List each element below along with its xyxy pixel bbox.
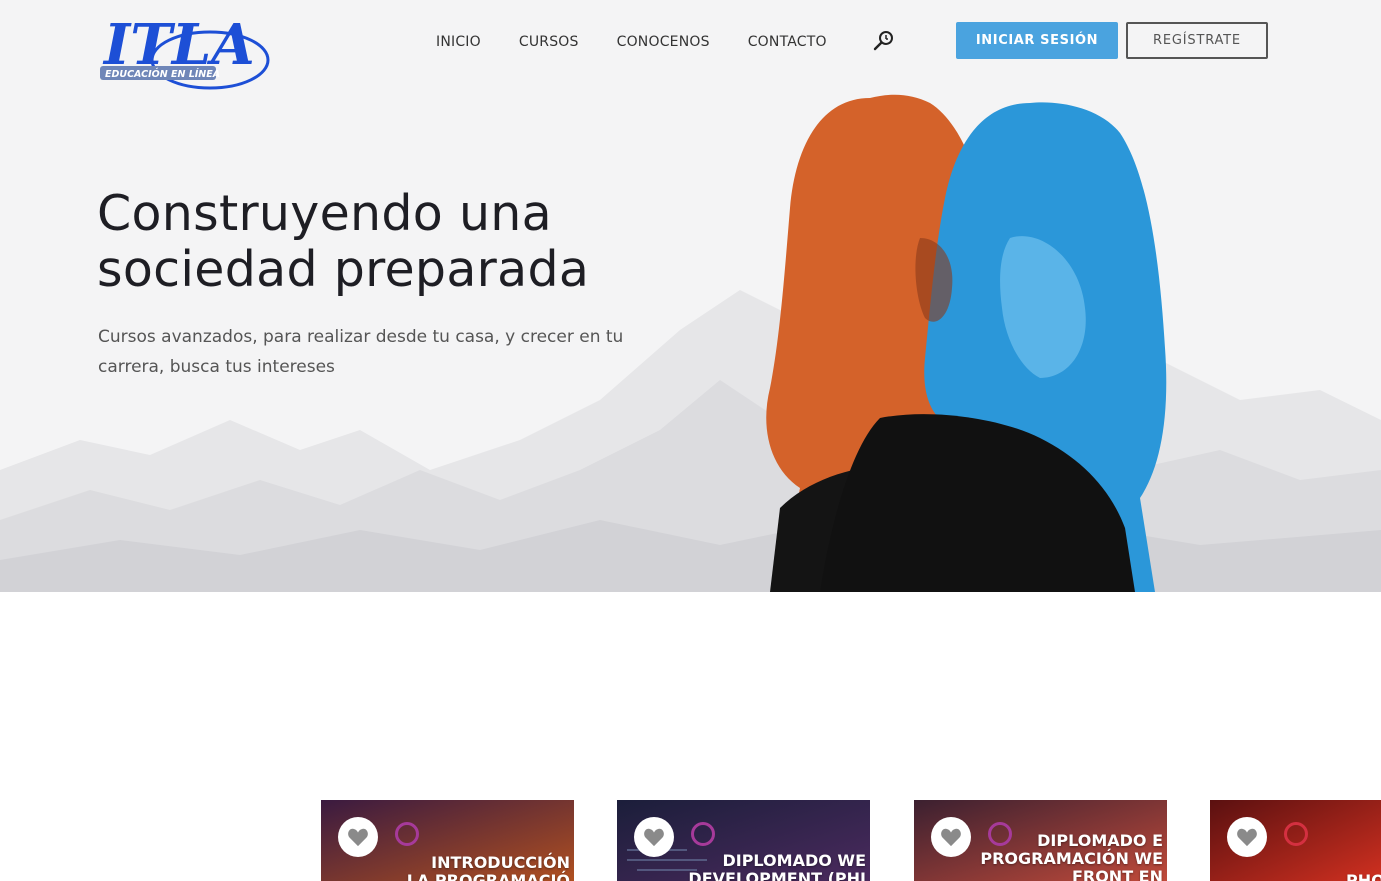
register-button[interactable]: REGÍSTRATE [1126,22,1268,59]
logo-tagline: EDUCACIÓN EN LÍNEA [105,68,220,80]
course-title: DIPLOMADO WE DEVELOPMENT (PHI [688,851,866,881]
course-title: INTRODUCCIÓN LA PROGRAMACIÓ [406,853,570,881]
decorative-ring [1284,822,1308,846]
favorite-button[interactable] [1227,817,1267,857]
course-card[interactable]: DIPLOMADO E PROGRAMACIÓN WE FRONT EN [914,800,1167,881]
nav-item-contacto[interactable]: CONTACTO [748,34,827,50]
heart-icon [644,828,664,847]
decorative-ring [395,822,419,846]
main-nav: INICIO CURSOS CONOCENOS CONTACTO [436,34,865,50]
hero-title: Construyendo una sociedad preparada [97,186,717,298]
course-card[interactable]: INTRODUCCIÓN LA PROGRAMACIÓ [321,800,574,881]
hero-title-line-2: sociedad preparada [97,241,590,298]
favorite-button[interactable] [931,817,971,857]
nav-item-cursos[interactable]: CURSOS [519,34,579,50]
nav-item-conocenos[interactable]: CONOCENOS [617,34,710,50]
hero-subtitle-line-1: Cursos avanzados, para realizar desde tu… [98,327,624,347]
hero-portrait-image [766,94,1167,592]
hero-subtitle-line-2: carrera, busca tus intereses [98,357,335,377]
favorite-button[interactable] [338,817,378,857]
decorative-ring [691,822,715,846]
course-title: PHO [1346,871,1381,881]
nav-item-inicio[interactable]: INICIO [436,34,481,50]
course-card[interactable]: PHO [1210,800,1381,881]
hero-subtitle: Cursos avanzados, para realizar desde tu… [98,322,638,382]
heart-icon [348,828,368,847]
heart-icon [941,828,961,847]
favorite-button[interactable] [634,817,674,857]
course-card[interactable]: DIPLOMADO WE DEVELOPMENT (PHI [617,800,870,881]
heart-icon [1237,828,1257,847]
itla-logo[interactable]: ITLA EDUCACIÓN EN LÍNEA [98,8,270,92]
hero-title-line-1: Construyendo una [97,185,552,242]
search-icon[interactable] [873,30,895,52]
hero-section: ITLA EDUCACIÓN EN LÍNEA INICIO CURSOS CO… [0,0,1381,592]
login-button[interactable]: INICIAR SESIÓN [956,22,1118,59]
course-title: DIPLOMADO E PROGRAMACIÓN WE FRONT EN [980,831,1163,881]
